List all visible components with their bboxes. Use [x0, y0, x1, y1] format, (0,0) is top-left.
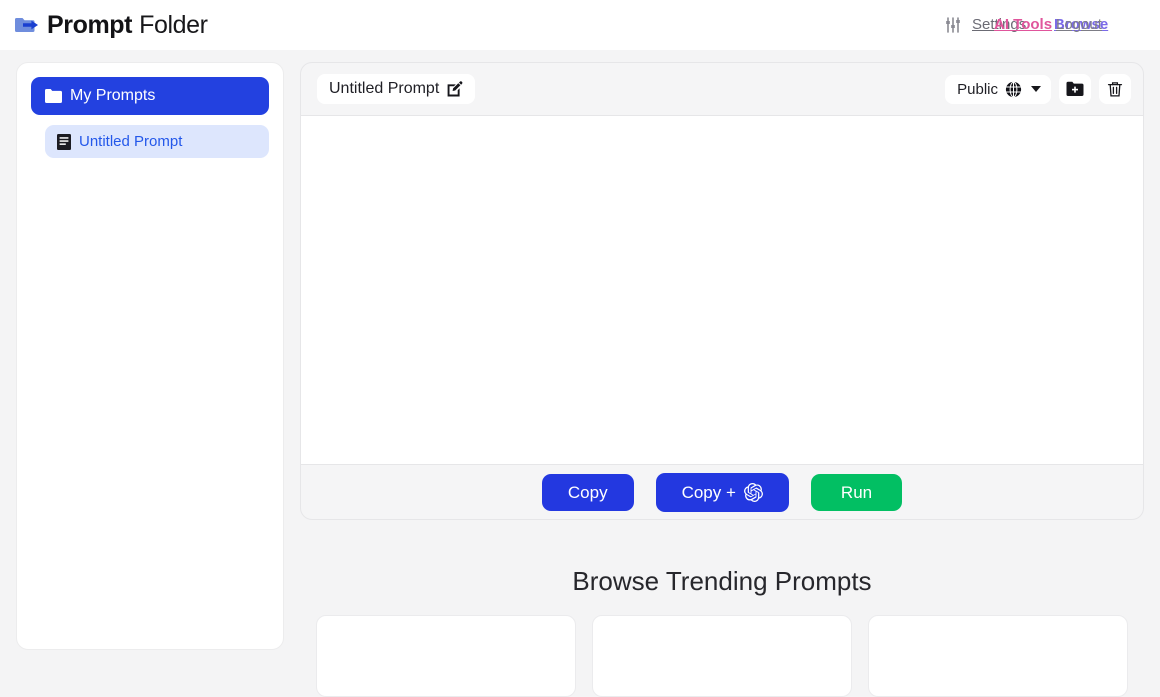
brand-logo[interactable]: Prompt Folder: [14, 13, 208, 38]
page-body: My Prompts Untitled Prompt Untitled Prom…: [0, 50, 1160, 652]
prompt-textarea[interactable]: [301, 116, 1143, 464]
app-header: Prompt Folder Settings AI Tools Browse Lo…: [0, 0, 1160, 50]
trash-icon: [1107, 81, 1123, 98]
run-button[interactable]: Run: [811, 474, 902, 511]
delete-prompt-button[interactable]: [1099, 74, 1131, 104]
prompt-editor-footer: Copy Copy + Run: [301, 465, 1143, 519]
prompt-header-tools: Public: [945, 74, 1131, 104]
sidebar-item-untitled-prompt[interactable]: Untitled Prompt: [45, 125, 269, 158]
trending-cards-row: [300, 615, 1144, 697]
trending-card[interactable]: [316, 615, 576, 697]
globe-icon: [1005, 81, 1022, 98]
header-nav: Settings AI Tools Browse Logout: [944, 12, 1144, 38]
nav-link-logout[interactable]: Logout: [1056, 12, 1102, 38]
brand-name-strong: Prompt: [47, 13, 132, 38]
nav-link-ai-tools[interactable]: AI Tools: [994, 12, 1052, 38]
sidebar-folder-my-prompts[interactable]: My Prompts: [31, 77, 269, 115]
prompt-editor-card: Untitled Prompt Public: [300, 62, 1144, 520]
pencil-square-icon: [447, 81, 463, 97]
copy-button-label: Copy: [568, 484, 608, 501]
sliders-icon: [944, 16, 962, 34]
sidebar-folder-label: My Prompts: [70, 87, 155, 105]
prompt-title-text: Untitled Prompt: [329, 80, 439, 98]
add-to-folder-button[interactable]: [1059, 74, 1091, 104]
folder-arrow-icon: [14, 15, 40, 35]
chevron-down-icon: [1031, 86, 1041, 92]
trending-heading: Browse Trending Prompts: [300, 566, 1144, 597]
prompt-textarea-wrapper: [301, 115, 1143, 465]
trending-card[interactable]: [868, 615, 1128, 697]
copy-button[interactable]: Copy: [542, 474, 634, 511]
brand-name-light: Folder: [139, 13, 207, 38]
openai-icon: [744, 483, 763, 502]
document-icon: [57, 134, 71, 150]
folder-icon: [45, 89, 62, 103]
copy-to-chatgpt-button[interactable]: Copy +: [656, 473, 789, 512]
main-column: Untitled Prompt Public: [300, 62, 1144, 652]
visibility-selector[interactable]: Public: [945, 75, 1051, 104]
prompt-title-field[interactable]: Untitled Prompt: [317, 74, 475, 104]
folder-plus-icon: [1066, 81, 1084, 97]
run-button-label: Run: [841, 484, 872, 501]
prompt-editor-header: Untitled Prompt Public: [301, 63, 1143, 115]
sidebar-item-label: Untitled Prompt: [79, 133, 182, 150]
sidebar: My Prompts Untitled Prompt: [16, 62, 284, 650]
copy-to-chatgpt-label: Copy +: [682, 484, 736, 501]
trending-card[interactable]: [592, 615, 852, 697]
visibility-value: Public: [957, 81, 998, 98]
